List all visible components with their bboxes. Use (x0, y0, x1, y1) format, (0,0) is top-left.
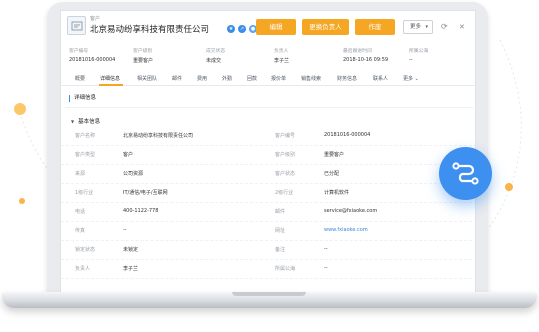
summary-item: 成交状态 未成交 (206, 49, 226, 64)
field-row: 电话 400-1122-778 邮件 service@fxiaoke.com (61, 203, 475, 222)
tab-details[interactable]: 详细信息 (100, 75, 120, 82)
more-button[interactable]: 更多 ▾ (403, 20, 433, 34)
summary-item: 负责人 李子兰 (274, 49, 290, 64)
field-row: 客户类型 客户 客户级别 重要客户 (61, 146, 475, 165)
crm-screen: 客户 北京易动纷享科技有限责任公司 ★ ↗ ● 编辑 更换负责人 作废 更多 ▾… (60, 10, 476, 294)
collapse-triangle-icon: ▼ (71, 119, 75, 124)
field-row: 1级行业 IT/通信/电子/互联网 2级行业 计算机软件 (61, 184, 475, 203)
record-header: 客户 北京易动纷享科技有限责任公司 ★ ↗ ● 编辑 更换负责人 作废 更多 ▾… (61, 11, 475, 47)
field-row: 锁定状态 未锁定 备注 -- (61, 241, 475, 260)
summary-item: 所属公海 -- (409, 49, 429, 63)
basic-info-header[interactable]: ▼ 基本信息 (71, 117, 100, 125)
divider (65, 107, 473, 108)
website-link[interactable]: www.fxiaoke.com (324, 227, 368, 233)
field-row: 负责人 李子兰 所属公海 -- (61, 260, 475, 279)
tab-quote[interactable]: 报价单 (271, 75, 286, 82)
orange-dot-right (505, 183, 513, 191)
integration-badge (439, 147, 492, 200)
detail-section-title: 详细信息 (69, 95, 96, 102)
object-type-label: 客户 (90, 16, 101, 22)
customer-icon (67, 16, 86, 35)
field-row: 传真 -- 网址 www.fxiaoke.com (61, 222, 475, 241)
follow-icon[interactable]: ★ (227, 25, 235, 33)
tab-team[interactable]: 相关团队 (137, 75, 157, 82)
tab-expense[interactable]: 费用 (197, 75, 207, 82)
refresh-icon[interactable]: ⟳ (441, 22, 448, 32)
summary-item: 最后跟进时间 2018-10-16 09:59 (343, 49, 389, 63)
flow-connector-icon (452, 162, 479, 185)
orange-dot-left (14, 103, 26, 115)
stage: 客户 北京易动纷享科技有限责任公司 ★ ↗ ● 编辑 更换负责人 作废 更多 ▾… (0, 0, 539, 332)
summary-item: 客户编号 20181016-000004 (69, 49, 116, 63)
tab-contacts[interactable]: 联系人 (373, 75, 388, 82)
void-button[interactable]: 作废 (355, 19, 395, 35)
tab-field-work[interactable]: 外勤 (222, 75, 232, 82)
share-icon[interactable]: ↗ (238, 25, 246, 33)
tab-mail[interactable]: 邮件 (172, 75, 182, 82)
edit-button[interactable]: 编辑 (256, 19, 296, 35)
tab-bar: 概要 详细信息 相关团队 邮件 费用 外勤 回款 报价单 销售线索 财务信息 联… (61, 72, 475, 86)
active-tab-indicator (99, 84, 123, 86)
summary-row: 客户编号 20181016-000004 客户级别 重要客户 成交状态 未成交 … (61, 47, 475, 67)
more-button-label: 更多 (410, 24, 422, 30)
field-row: 客户名称 北京易动纷享科技有限责任公司 客户编号 20181016-000004 (61, 127, 475, 146)
tab-overview[interactable]: 概要 (75, 75, 85, 82)
field-row: 来源 公司资源 客户状态 已分配 (61, 165, 475, 184)
tab-finance[interactable]: 财务信息 (337, 75, 357, 82)
close-icon[interactable]: ✕ (459, 22, 465, 32)
chevron-down-icon: ⌄ (414, 76, 419, 82)
chevron-down-icon: ▾ (425, 24, 428, 30)
tab-payment[interactable]: 回款 (247, 75, 257, 82)
tab-more[interactable]: 更多 ⌄ (403, 75, 419, 82)
tab-leads[interactable]: 销售线索 (301, 75, 321, 82)
company-name: 北京易动纷享科技有限责任公司 (90, 25, 210, 35)
laptop-notch (232, 292, 306, 296)
orange-dot-left-small (19, 198, 25, 204)
summary-item: 客户级别 重要客户 (133, 49, 154, 64)
change-owner-button[interactable]: 更换负责人 (302, 19, 349, 35)
